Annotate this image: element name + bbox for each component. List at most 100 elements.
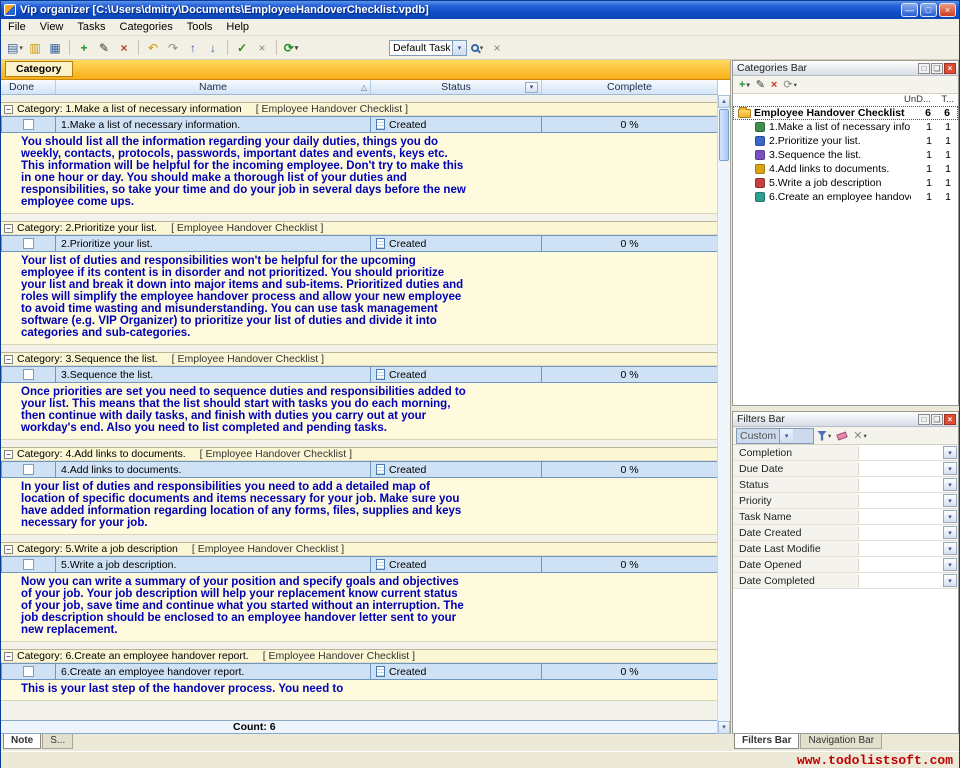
task-checkbox[interactable] [23,559,34,570]
group-header[interactable]: − Category: 5.Write a job description [ … [1,542,718,556]
move-up-icon[interactable]: ↑ [183,39,203,57]
task-row[interactable]: 4.Add links to documents. Created 0 % [1,461,718,478]
tab-filters-bar[interactable]: Filters Bar [734,734,799,749]
task-row[interactable]: 3.Sequence the list. Created 0 % [1,366,718,383]
redo-icon[interactable]: ↷ [163,39,183,57]
filter-value-field[interactable] [859,461,943,476]
filter-dropdown-icon[interactable]: ▾ [943,446,957,459]
collapse-icon[interactable]: − [4,450,13,459]
maximize-button[interactable]: □ [920,3,937,17]
task-note[interactable]: This is your last step of the handover p… [1,680,718,701]
task-checkbox[interactable] [23,369,34,380]
clear-filter-icon[interactable] [834,428,850,443]
panel-close-icon[interactable]: × [944,63,956,74]
filter-dropdown-icon[interactable]: ▾ [943,526,957,539]
task-row[interactable]: 6.Create an employee handover report. Cr… [1,663,718,680]
filter-value-field[interactable] [859,525,943,540]
delete-category-icon[interactable]: × [768,77,780,92]
filter-dropdown-icon[interactable]: ▾ [943,542,957,555]
task-complete[interactable]: 0 % [542,556,718,573]
search-icon[interactable]: ▾ [467,39,487,57]
filter-preset-combobox[interactable]: Custom ▾ [736,428,814,444]
task-note[interactable]: Now you can write a summary of your posi… [1,573,718,642]
refresh-view-icon[interactable]: ⟳▾ [281,39,301,57]
column-header-done[interactable]: Done [1,80,56,94]
add-task-icon[interactable]: + [74,39,94,57]
column-header-total[interactable]: T... [934,94,958,105]
minimize-button[interactable]: — [901,3,918,17]
clear-search-icon[interactable]: × [487,39,507,57]
chevron-down-icon[interactable]: ▾ [452,41,466,55]
filter-dropdown-icon[interactable]: ▾ [943,574,957,587]
vertical-scrollbar[interactable]: ▴ ▾ [717,95,730,734]
collapse-icon[interactable]: − [4,652,13,661]
task-checkbox[interactable] [23,464,34,475]
delete-task-icon[interactable]: × [114,39,134,57]
scroll-down-icon[interactable]: ▾ [718,721,730,734]
filter-value-field[interactable] [859,493,943,508]
filter-dropdown-icon[interactable]: ▾ [943,494,957,507]
task-complete[interactable]: 0 % [542,116,718,133]
category-tree-item[interactable]: 1.Make a list of necessary info 1 1 [733,120,958,134]
task-name[interactable]: 6.Create an employee handover report. [56,663,371,680]
task-note[interactable]: Your list of duties and responsibilities… [1,252,718,345]
task-complete[interactable]: 0 % [542,461,718,478]
category-tree-item[interactable]: 5.Write a job description 1 1 [733,176,958,190]
task-note[interactable]: Once priorities are set you need to sequ… [1,383,718,440]
task-row[interactable]: 1.Make a list of necessary information. … [1,116,718,133]
column-header-undone[interactable]: UnD... [904,94,934,105]
new-document-icon[interactable]: ▤▾ [5,39,25,57]
apply-filter-icon[interactable]: ▾ [814,428,834,443]
scroll-up-icon[interactable]: ▴ [718,95,730,108]
task-checkbox[interactable] [23,238,34,249]
tab-shortcut[interactable]: S... [42,734,73,749]
collapse-icon[interactable]: − [4,355,13,364]
task-name[interactable]: 1.Make a list of necessary information. [56,116,371,133]
group-header[interactable]: − Category: 1.Make a list of necessary i… [1,102,718,116]
group-header[interactable]: − Category: 2.Prioritize your list. [ Em… [1,221,718,235]
filter-value-field[interactable] [859,573,943,588]
filter-dropdown-icon[interactable]: ▾ [943,558,957,571]
filter-value-field[interactable] [859,541,943,556]
category-tree-item[interactable]: 4.Add links to documents. 1 1 [733,162,958,176]
tab-navigation-bar[interactable]: Navigation Bar [800,734,882,749]
task-status-cell[interactable]: Created [371,366,542,383]
task-name[interactable]: 3.Sequence the list. [56,366,371,383]
chevron-down-icon[interactable]: ▾ [779,429,793,443]
category-tree-item[interactable]: 3.Sequence the list. 1 1 [733,148,958,162]
category-tree-item[interactable]: 6.Create an employee handove 1 1 [733,190,958,204]
new-category-icon[interactable]: +▾ [736,77,753,92]
panel-close-icon[interactable]: × [944,414,956,425]
task-status-cell[interactable]: Created [371,461,542,478]
cancel-task-icon[interactable]: × [252,39,272,57]
filter-value-field[interactable] [859,557,943,572]
move-down-icon[interactable]: ↓ [203,39,223,57]
collapse-icon[interactable]: − [4,545,13,554]
task-complete[interactable]: 0 % [542,366,718,383]
menu-item[interactable]: Help [219,20,256,34]
task-complete[interactable]: 0 % [542,663,718,680]
group-header[interactable]: − Category: 6.Create an employee handove… [1,649,718,663]
category-tree-root[interactable]: Employee Handover Checklist 6 6 [733,106,958,120]
task-checkbox[interactable] [23,119,34,130]
filter-dropdown-icon[interactable]: ▾ [943,510,957,523]
task-name[interactable]: 5.Write a job description. [56,556,371,573]
task-status-cell[interactable]: Created [371,235,542,252]
filter-value-field[interactable] [859,477,943,492]
category-tree-item[interactable]: 2.Prioritize your list. 1 1 [733,134,958,148]
open-database-icon[interactable]: ▥ [25,39,45,57]
panel-pin-icon[interactable]: ❑ [931,414,943,425]
task-note[interactable]: You should list all the information rega… [1,133,718,214]
menu-item[interactable]: Tools [180,20,220,34]
menu-item[interactable]: Tasks [70,20,112,34]
task-status-cell[interactable]: Created [371,663,542,680]
task-view-combobox[interactable]: Default Task V ▾ [389,40,467,56]
group-by-category-chip[interactable]: Category [5,61,73,77]
edit-category-icon[interactable]: ✎ [753,77,768,92]
task-name[interactable]: 4.Add links to documents. [56,461,371,478]
close-button[interactable]: × [939,3,956,17]
collapse-icon[interactable]: − [4,105,13,114]
menu-item[interactable]: View [33,20,71,34]
complete-task-icon[interactable]: ✓ [232,39,252,57]
filter-dropdown-icon[interactable]: ▾ [943,462,957,475]
